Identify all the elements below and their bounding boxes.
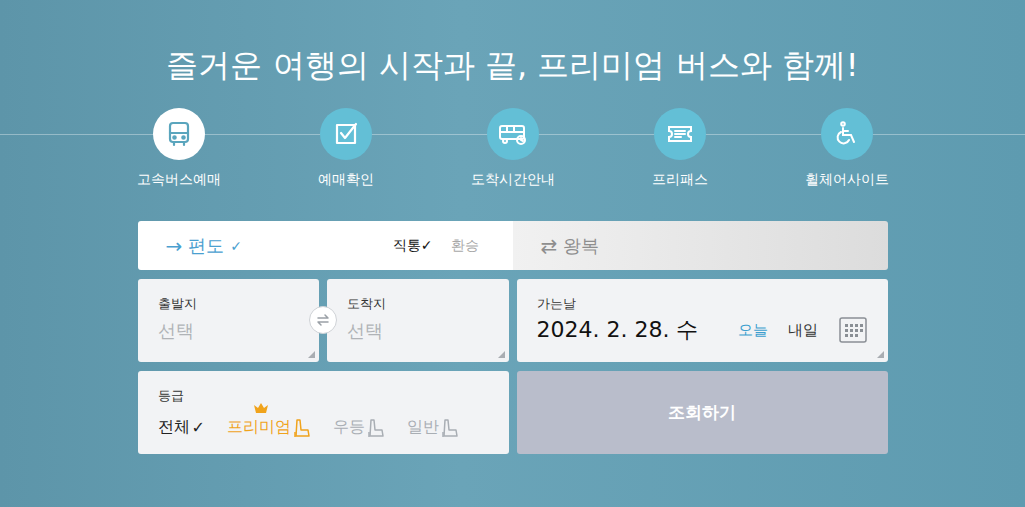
grade-row: 등급전체✓프리미엄우등일반조회하기 [138,371,888,454]
one-way-option[interactable]: →편도✓ [166,234,243,258]
one-way-tab[interactable]: →편도✓ 직통✓ 환승 [138,221,513,270]
calendar-icon[interactable] [838,316,868,344]
wheelchair-icon [833,120,861,148]
menu-item[interactable]: 프리패스 [596,108,763,188]
round-trip-tab[interactable]: ⇄왕복 [513,221,888,270]
grade-option[interactable]: 우등 [333,417,385,438]
crown-icon [253,402,269,414]
menu-label: 예매확인 [318,170,374,188]
ticket-icon [666,120,694,148]
date-shortcut[interactable]: 내일 [788,321,818,340]
arrival-field[interactable]: 도착지선택 [327,279,509,362]
bus-icon [165,120,193,148]
route-option[interactable]: 직통✓ [393,237,433,255]
search-button[interactable]: 조회하기 [517,371,888,454]
search-form: →편도✓직통✓환승⇄왕복출발지선택도착지선택가는날2024. 2. 28. 수오… [138,221,888,454]
date-shortcut[interactable]: 오늘 [738,321,768,340]
menu-item[interactable]: 도착시간안내 [429,108,596,188]
swap-icon [315,312,331,328]
menu-circle[interactable] [320,108,372,160]
menu-item[interactable]: 휠체어사이트 [763,108,930,188]
menu-label: 고속버스예매 [137,170,221,188]
check-icon [332,120,360,148]
menu-circle[interactable] [153,108,205,160]
departure-field[interactable]: 출발지선택 [138,279,320,362]
trip-type-bar: →편도✓ 직통✓ 환승 ⇄왕복 [138,221,888,270]
page: 즐거운 여행의 시작과 끝, 프리미엄 버스와 함께! 고속버스예매 예매확인 도착시… [0,0,1025,507]
menu-label: 도착시간안내 [471,170,555,188]
menu-circle[interactable] [654,108,706,160]
menu-label: 휠체어사이트 [805,170,889,188]
date-value: 2024. 2. 28. 수 [537,315,699,345]
menu-circle[interactable] [487,108,539,160]
seat-icon [441,418,459,438]
route-type: 직통✓ 환승 [393,237,513,255]
grade-field: 등급전체✓프리미엄우등일반 [138,371,509,454]
grade-option[interactable]: 일반 [407,417,459,438]
route-fields: 출발지선택도착지선택가는날2024. 2. 28. 수오늘내일 [138,279,888,362]
menu: 고속버스예매 예매확인 도착시간안내 프리패스 휠체어사이트 [95,108,930,188]
menu-circle[interactable] [821,108,873,160]
seat-icon [367,418,385,438]
menu-label: 프리패스 [652,170,708,188]
grade-option[interactable]: 전체✓ [158,417,205,438]
bus-clock-icon [498,120,528,148]
menu-item[interactable]: 예매확인 [262,108,429,188]
grade-option[interactable]: 프리미엄 [227,417,311,438]
menu-item[interactable]: 고속버스예매 [95,108,262,188]
hero-title: 즐거운 여행의 시작과 끝, 프리미엄 버스와 함께! [0,40,1025,90]
date-field[interactable]: 가는날2024. 2. 28. 수오늘내일 [517,279,888,362]
seat-icon [293,418,311,438]
route-option[interactable]: 환승 [451,237,479,255]
swap-button[interactable] [309,306,337,334]
